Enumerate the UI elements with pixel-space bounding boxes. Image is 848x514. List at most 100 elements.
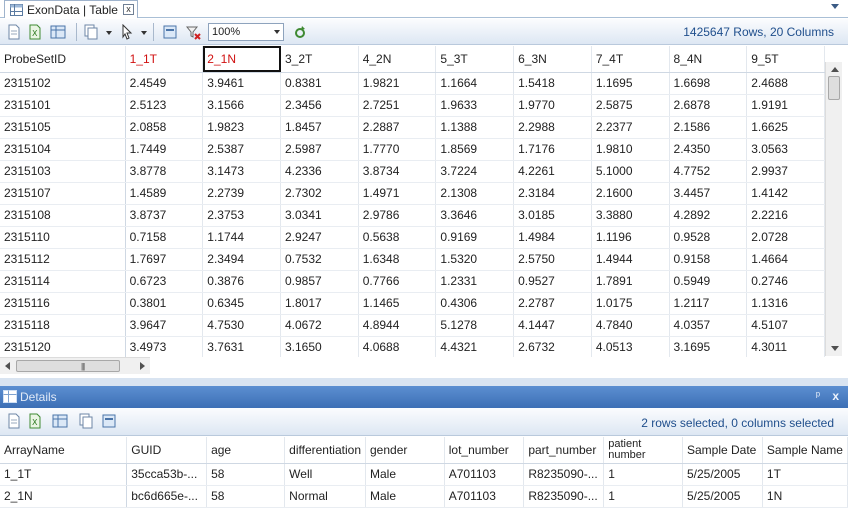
row-header-cell[interactable]: 2315120: [0, 336, 126, 357]
table-cell[interactable]: 2.3753: [202, 204, 281, 227]
table-cell[interactable]: 3.1473: [202, 160, 281, 183]
table-cell[interactable]: 1N: [762, 485, 848, 508]
column-header[interactable]: Sample Name: [762, 437, 848, 464]
table-cell[interactable]: 3.7224: [435, 160, 515, 183]
table-cell[interactable]: 58: [206, 463, 286, 486]
table-cell[interactable]: 2.4549: [125, 72, 204, 95]
table-cell[interactable]: 3.0341: [280, 204, 359, 227]
zoom-select[interactable]: 100%: [208, 23, 284, 41]
table-cell[interactable]: 0.9528: [669, 226, 748, 249]
table-cell[interactable]: 2.9247: [280, 226, 359, 249]
row-header-cell[interactable]: 2315107: [0, 182, 126, 205]
table-cell[interactable]: 1.0175: [591, 292, 670, 315]
table-cell[interactable]: 1.1744: [202, 226, 281, 249]
pointer-icon[interactable]: [119, 24, 135, 40]
table-cell[interactable]: 1.9770: [513, 94, 592, 117]
row-header-cell[interactable]: 2315114: [0, 270, 126, 293]
table-cell[interactable]: 1.1316: [746, 292, 825, 315]
scroll-right-icon[interactable]: [140, 362, 145, 370]
scroll-thumb[interactable]: [828, 76, 840, 100]
table-cell[interactable]: R8235090-...: [523, 485, 605, 508]
column-header[interactable]: 1_1T: [125, 46, 204, 73]
column-header[interactable]: 5_3T: [435, 46, 515, 73]
table-cell[interactable]: 1: [603, 463, 683, 486]
column-header[interactable]: patient number: [603, 437, 683, 464]
table-cell[interactable]: 3.4973: [125, 336, 204, 357]
column-header[interactable]: ProbeSetID: [0, 46, 126, 73]
table-cell[interactable]: 2.9786: [358, 204, 437, 227]
table-cell[interactable]: 1.5418: [513, 72, 592, 95]
table-cell[interactable]: 1T: [762, 463, 848, 486]
table-cell[interactable]: 2.5123: [125, 94, 204, 117]
row-header-cell[interactable]: 2315101: [0, 94, 126, 117]
table-cell[interactable]: 1.6348: [358, 248, 437, 271]
table-cell[interactable]: 2.2216: [746, 204, 825, 227]
table-cell[interactable]: 1.1465: [358, 292, 437, 315]
table-cell[interactable]: 3.1566: [202, 94, 281, 117]
table-cell[interactable]: 0.7532: [280, 248, 359, 271]
row-header-cell[interactable]: 2315110: [0, 226, 126, 249]
tab-list-chevron-down-icon[interactable]: [831, 4, 839, 9]
table-cell[interactable]: 1.9821: [358, 72, 437, 95]
table-cell[interactable]: 5/25/2005: [682, 485, 763, 508]
row-header-cell[interactable]: 2315118: [0, 314, 126, 337]
row-header-cell[interactable]: 2315105: [0, 116, 126, 139]
table-cell[interactable]: 3.0563: [746, 138, 825, 161]
table-cell[interactable]: R8235090-...: [523, 463, 605, 486]
table-cell[interactable]: 1.9191: [746, 94, 825, 117]
table-row[interactable]: 2315112 1.7697 2.3494 0.7532 1.6348 1.5320 2.5…: [0, 248, 825, 271]
panel-splitter[interactable]: [0, 378, 848, 386]
table-cell[interactable]: 1: [603, 485, 683, 508]
table-cell[interactable]: 35cca53b-...: [126, 463, 208, 486]
table-cell[interactable]: 2.2988: [513, 116, 592, 139]
table-cell[interactable]: 1.8017: [280, 292, 359, 315]
table-cell[interactable]: 4.5107: [746, 314, 825, 337]
table-cell[interactable]: 2.4688: [746, 72, 825, 95]
table-cell[interactable]: 2.5750: [513, 248, 592, 271]
export-excel-icon[interactable]: X: [27, 413, 43, 429]
column-header[interactable]: Sample Date: [682, 437, 763, 464]
copy-chevron-down-icon[interactable]: [106, 31, 112, 35]
table-cell[interactable]: 0.3801: [125, 292, 204, 315]
table-cell[interactable]: 1.4944: [591, 248, 670, 271]
table-cell[interactable]: 0.6723: [125, 270, 204, 293]
row-header-cell[interactable]: 2315112: [0, 248, 126, 271]
table-cell[interactable]: 3.3646: [435, 204, 515, 227]
column-header[interactable]: lot_number: [444, 437, 525, 464]
table-cell[interactable]: 2.1600: [591, 182, 670, 205]
table-cell[interactable]: 3.1695: [669, 336, 748, 357]
table-cell[interactable]: 1.1695: [591, 72, 670, 95]
table-row[interactable]: 2315104 1.7449 2.5387 2.5987 1.7770 1.8569 1.7…: [0, 138, 825, 161]
row-header-cell[interactable]: 2315104: [0, 138, 126, 161]
table-cell[interactable]: 3.8737: [125, 204, 204, 227]
column-header[interactable]: 4_2N: [358, 46, 437, 73]
table-cell[interactable]: 4.8944: [358, 314, 437, 337]
table-row[interactable]: 2315103 3.8778 3.1473 4.2336 3.8734 3.7224 4.2…: [0, 160, 825, 183]
table-cell[interactable]: 4.3011: [746, 336, 825, 357]
table-cell[interactable]: 0.2746: [746, 270, 825, 293]
table-cell[interactable]: 1.4142: [746, 182, 825, 205]
table-cell[interactable]: 3.0185: [513, 204, 592, 227]
table-cell[interactable]: A701103: [444, 485, 525, 508]
table-cell[interactable]: 2.0728: [746, 226, 825, 249]
table-cell[interactable]: 4.7840: [591, 314, 670, 337]
table-cell[interactable]: 0.5949: [669, 270, 748, 293]
row-header-cell[interactable]: 2315108: [0, 204, 126, 227]
scroll-down-icon[interactable]: [831, 346, 839, 351]
table-row[interactable]: 2315108 3.8737 2.3753 3.0341 2.9786 3.3646 3.0…: [0, 204, 825, 227]
table-cell[interactable]: 3.1650: [280, 336, 359, 357]
table-cell[interactable]: 2.7302: [280, 182, 359, 205]
details-close-icon[interactable]: x: [832, 389, 839, 403]
table-cell[interactable]: 1.8569: [435, 138, 515, 161]
data-table[interactable]: ProbeSetID 1_1T 2_1N 3_2T 4_2N 5_3T 6_3N 7_4T 8_…: [0, 46, 825, 357]
table-cell[interactable]: 2.5987: [280, 138, 359, 161]
table-cell[interactable]: 2.5387: [202, 138, 281, 161]
table-cell[interactable]: 4.7530: [202, 314, 281, 337]
row-header-cell[interactable]: 2315116: [0, 292, 126, 315]
table-cell[interactable]: 3.8734: [358, 160, 437, 183]
table-row[interactable]: 2315102 2.4549 3.9461 0.8381 1.9821 1.1664 1.5…: [0, 72, 825, 95]
table-cell[interactable]: 1.1664: [435, 72, 515, 95]
zoom-chevron-down-icon[interactable]: [274, 30, 280, 34]
row-header-cell[interactable]: 1_1T: [0, 463, 128, 486]
scroll-up-icon[interactable]: [831, 67, 839, 72]
